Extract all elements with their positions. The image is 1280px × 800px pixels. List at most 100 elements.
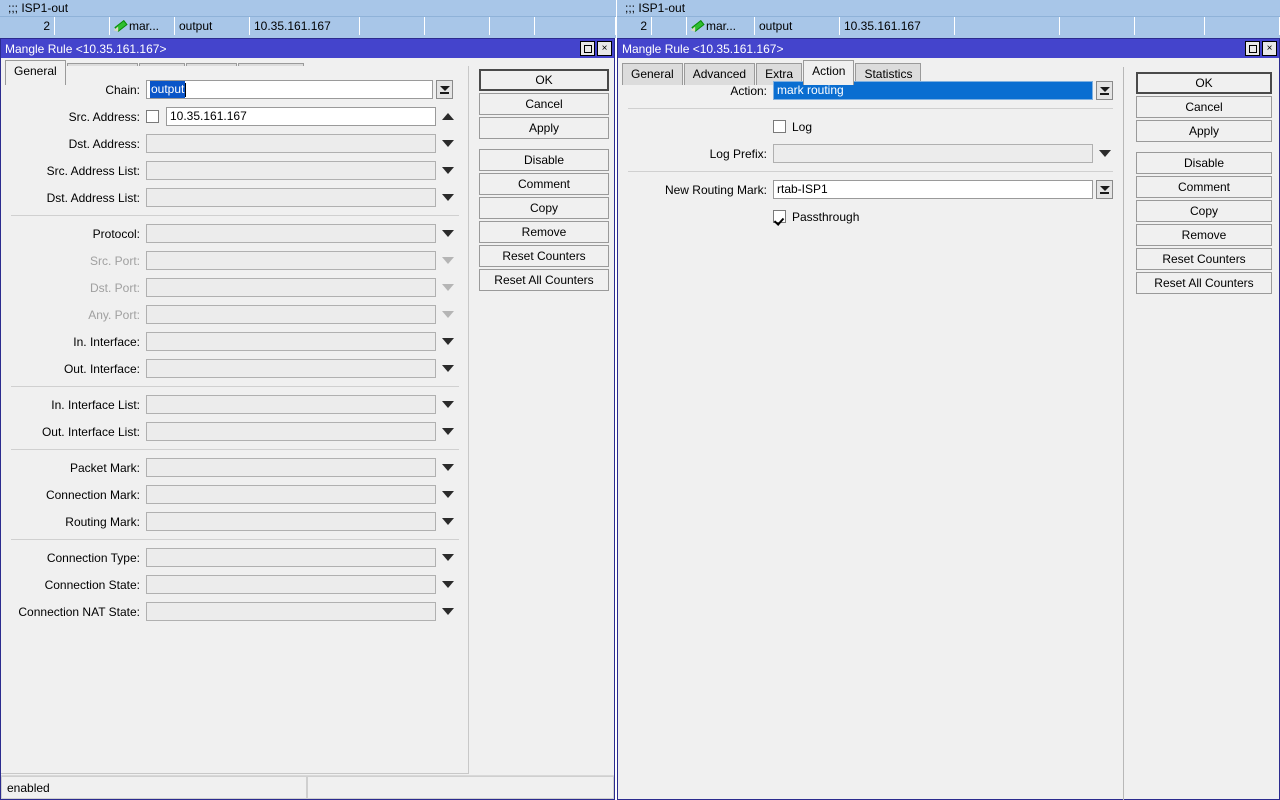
routing-mark-input[interactable] [146,512,436,531]
comment-button[interactable]: Comment [479,173,609,195]
label-out-interface: Out. Interface: [1,362,146,376]
src-address-list-dropdown-icon[interactable] [442,167,454,174]
connection-mark-input[interactable] [146,485,436,504]
action-dropdown-button[interactable] [1096,81,1113,100]
table-row-left[interactable]: 2 mar... output 10.35.161.167 [0,17,616,35]
cancel-button[interactable]: Cancel [1136,96,1272,118]
right-action-form: Action: mark routing Log Log Prefix: [618,72,1123,230]
out-interface-dropdown-icon[interactable] [442,365,454,372]
out-interface-list-dropdown-icon[interactable] [442,428,454,435]
field-row-action: Action: mark routing [618,77,1123,104]
field-row-chain: Chain: output [1,76,469,103]
dst-address-input[interactable] [146,134,436,153]
in-interface-list-dropdown-icon[interactable] [442,401,454,408]
label-in-interface: In. Interface: [1,335,146,349]
status-badge: enabled [1,776,307,799]
log-prefix-dropdown-icon[interactable] [1099,150,1111,157]
apply-button[interactable]: Apply [1136,120,1272,142]
maximize-icon[interactable] [1245,41,1260,56]
comment-button[interactable]: Comment [1136,176,1272,198]
cell-chain: output [755,17,840,35]
out-interface-input[interactable] [146,359,436,378]
dst-address-dropdown-icon[interactable] [442,140,454,147]
cell-src-address: 10.35.161.167 [250,17,360,35]
reset-all-counters-button[interactable]: Reset All Counters [479,269,609,291]
routing-mark-dropdown-icon[interactable] [442,518,454,525]
label-connection-state: Connection State: [1,578,146,592]
separator-1 [11,215,459,216]
left-mangle-rule-window: Mangle Rule <10.35.161.167> × General Ad… [0,38,615,800]
in-interface-input[interactable] [146,332,436,351]
src-address-list-input[interactable] [146,161,436,180]
label-connection-nat-state: Connection NAT State: [1,605,146,619]
field-row-connection-type: Connection Type: [1,544,469,571]
src-address-negate-checkbox[interactable] [146,110,159,123]
protocol-dropdown-icon[interactable] [442,230,454,237]
table-row-right[interactable]: 2 mar... output 10.35.161.167 [617,17,1280,35]
right-content-divider [1123,67,1124,800]
apply-button[interactable]: Apply [479,117,609,139]
new-routing-mark-input[interactable]: rtab-ISP1 [773,180,1093,199]
disable-button[interactable]: Disable [479,149,609,171]
packet-mark-dropdown-icon[interactable] [442,464,454,471]
cancel-button[interactable]: Cancel [479,93,609,115]
src-port-dropdown-icon [442,257,454,264]
label-dst-port: Dst. Port: [1,281,146,295]
connection-nat-state-input[interactable] [146,602,436,621]
field-row-src-port: Src. Port: [1,247,469,274]
in-interface-dropdown-icon[interactable] [442,338,454,345]
close-icon[interactable]: × [1262,41,1277,56]
reset-all-counters-button[interactable]: Reset All Counters [1136,272,1272,294]
left-titlebar[interactable]: Mangle Rule <10.35.161.167> × [1,39,614,58]
field-row-passthrough: Passthrough [618,203,1123,230]
field-row-connection-nat-state: Connection NAT State: [1,598,469,625]
connection-mark-dropdown-icon[interactable] [442,491,454,498]
reset-counters-button[interactable]: Reset Counters [1136,248,1272,270]
ok-button[interactable]: OK [1136,72,1272,94]
packet-mark-input[interactable] [146,458,436,477]
chain-dropdown-button[interactable] [436,80,453,99]
cell-extra-4 [535,17,616,35]
label-src-port: Src. Port: [1,254,146,268]
connection-nat-state-dropdown-icon[interactable] [442,608,454,615]
protocol-input[interactable] [146,224,436,243]
status-secondary [307,776,614,799]
left-status-bar: enabled [1,775,614,799]
connection-type-dropdown-icon[interactable] [442,554,454,561]
passthrough-checkbox[interactable] [773,210,786,223]
cell-src-address: 10.35.161.167 [840,17,955,35]
field-row-any-port: Any. Port: [1,301,469,328]
chain-input[interactable]: output [146,80,433,99]
field-row-in-interface: In. Interface: [1,328,469,355]
reset-counters-button[interactable]: Reset Counters [479,245,609,267]
disable-button[interactable]: Disable [1136,152,1272,174]
connection-type-input[interactable] [146,548,436,567]
right-titlebar[interactable]: Mangle Rule <10.35.161.167> × [618,39,1279,58]
dst-address-list-input[interactable] [146,188,436,207]
copy-button[interactable]: Copy [479,197,609,219]
tab-general[interactable]: General [5,60,66,85]
field-row-connection-mark: Connection Mark: [1,481,469,508]
remove-button[interactable]: Remove [479,221,609,243]
new-routing-mark-dropdown-button[interactable] [1096,180,1113,199]
maximize-icon[interactable] [580,41,595,56]
dst-address-list-dropdown-icon[interactable] [442,194,454,201]
log-label: Log [792,120,812,134]
connection-state-input[interactable] [146,575,436,594]
separator-action-1 [628,108,1113,109]
tab-action[interactable]: Action [803,60,854,85]
log-prefix-input[interactable] [773,144,1093,163]
field-row-log-prefix: Log Prefix: [618,140,1123,167]
log-checkbox[interactable] [773,120,786,133]
in-interface-list-input[interactable] [146,395,436,414]
src-address-collapse-icon[interactable] [442,113,454,120]
ok-button[interactable]: OK [479,69,609,91]
label-new-routing-mark: New Routing Mark: [618,183,773,197]
passthrough-label: Passthrough [792,210,859,224]
close-icon[interactable]: × [597,41,612,56]
out-interface-list-input[interactable] [146,422,436,441]
copy-button[interactable]: Copy [1136,200,1272,222]
connection-state-dropdown-icon[interactable] [442,581,454,588]
src-address-input[interactable]: 10.35.161.167 [166,107,436,126]
remove-button[interactable]: Remove [1136,224,1272,246]
